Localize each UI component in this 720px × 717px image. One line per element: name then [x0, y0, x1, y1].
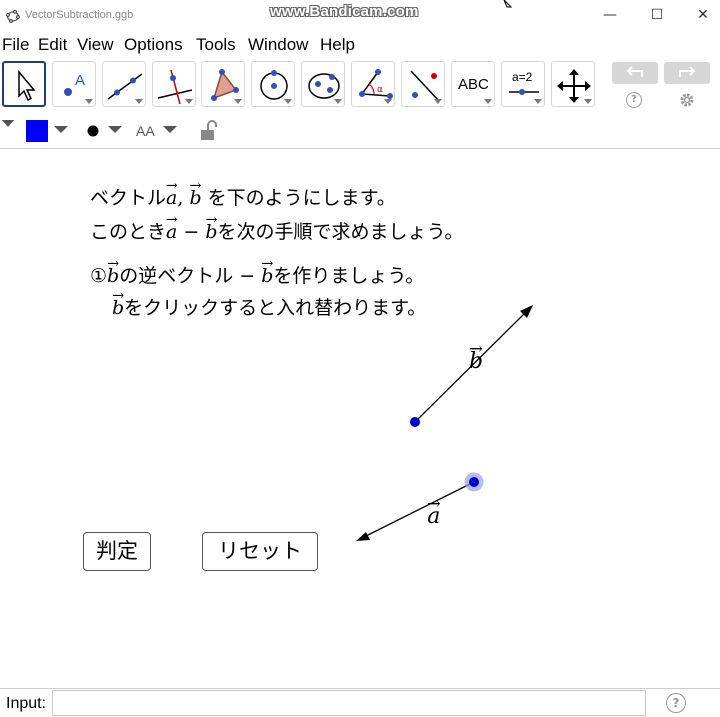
chevron-down-icon[interactable] — [108, 126, 122, 134]
vector-a[interactable] — [356, 481, 475, 541]
recording-watermark: www.Bandicam.com — [270, 3, 419, 20]
angle-tool-button[interactable]: α — [351, 61, 395, 107]
svg-text:A: A — [75, 72, 85, 89]
style-bar: AA — [0, 116, 720, 148]
vector-a-start-point[interactable] — [469, 477, 479, 487]
undo-icon — [626, 66, 643, 77]
input-help-icon[interactable]: ? — [666, 693, 686, 713]
menu-help[interactable]: Help — [320, 35, 355, 55]
judge-button[interactable]: 判定 — [83, 532, 151, 571]
input-bar: Input: ? — [0, 688, 720, 717]
point-tool-button[interactable]: A — [52, 61, 96, 107]
maximize-button[interactable]: ☐ — [642, 4, 672, 26]
mouse-cursor-icon — [503, 0, 513, 8]
collapse-stylebar-icon[interactable] — [2, 120, 14, 128]
text-tool-button[interactable]: ABC — [451, 61, 495, 107]
gear-icon[interactable] — [678, 91, 696, 109]
graphics-view[interactable]: ベクトルa, b を下のようにします。 このときa − bを次の手順で求めましょ… — [0, 148, 720, 689]
circle-tool-button[interactable] — [251, 61, 295, 107]
reflect-tool-button[interactable] — [401, 61, 445, 107]
redo-button[interactable] — [664, 62, 710, 84]
move-tool-button[interactable] — [2, 61, 46, 107]
window-title: VectorSubtraction.ggb — [25, 9, 134, 21]
chevron-down-icon[interactable] — [54, 126, 68, 134]
svg-text:α: α — [377, 85, 383, 95]
menu-file[interactable]: File — [2, 35, 29, 55]
input-label: Input: — [6, 695, 47, 712]
toolbar: A α ABC a=2 ? — [0, 58, 720, 116]
text-tool-label: ABC — [458, 76, 489, 93]
menu-bar: File Edit View Options Tools Window Help — [0, 32, 720, 58]
arrow-cursor-icon — [18, 69, 36, 102]
polygon-tool-button[interactable] — [201, 61, 245, 107]
input-field[interactable] — [52, 690, 646, 716]
geogebra-app-icon — [6, 9, 20, 23]
line-tool-button[interactable] — [102, 61, 146, 107]
perpendicular-line-tool-button[interactable] — [152, 61, 196, 107]
font-size-label[interactable]: AA — [136, 123, 155, 139]
vector-canvas — [356, 305, 533, 541]
close-button[interactable]: ✕ — [688, 4, 718, 26]
vector-b-label: b — [469, 349, 483, 374]
move-graphics-view-tool-button[interactable] — [551, 61, 595, 107]
ellipse-tool-button[interactable] — [301, 61, 345, 107]
title-bar: VectorSubtraction.ggb www.Bandicam.com —… — [0, 0, 720, 32]
chevron-down-icon[interactable] — [163, 126, 177, 134]
reset-button[interactable]: リセット — [202, 532, 318, 571]
menu-options[interactable]: Options — [124, 35, 183, 55]
menu-tools[interactable]: Tools — [196, 35, 236, 55]
menu-edit[interactable]: Edit — [38, 35, 67, 55]
menu-view[interactable]: View — [77, 35, 114, 55]
point-style-icon[interactable] — [86, 124, 100, 138]
minimize-button[interactable]: — — [595, 4, 625, 26]
slider-tool-button[interactable]: a=2 — [501, 61, 545, 107]
undo-button[interactable] — [612, 62, 658, 84]
unlock-icon[interactable] — [198, 119, 220, 141]
color-swatch[interactable] — [26, 120, 48, 142]
vector-a-label: a — [427, 504, 440, 529]
redo-icon — [679, 66, 696, 77]
menu-window[interactable]: Window — [248, 35, 308, 55]
vector-b-start-point[interactable] — [410, 417, 420, 427]
help-icon[interactable]: ? — [626, 92, 642, 108]
